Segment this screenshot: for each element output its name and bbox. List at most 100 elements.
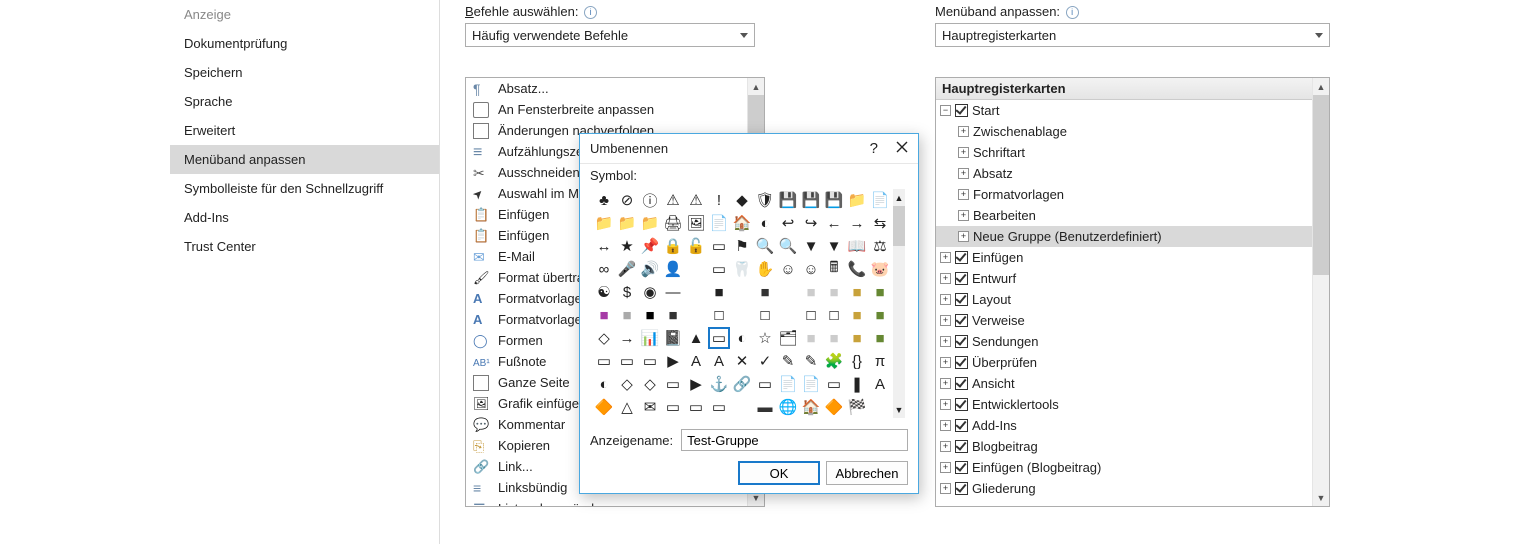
symbol-cell[interactable]: ▭ xyxy=(708,396,730,418)
symbol-cell[interactable]: 🗂 xyxy=(777,327,799,349)
checkbox[interactable] xyxy=(955,356,968,369)
symbol-cell[interactable]: → xyxy=(846,212,868,234)
ribbon-dropdown[interactable]: Hauptregisterkarten xyxy=(935,23,1330,47)
symbol-cell[interactable]: {} xyxy=(846,350,868,372)
checkbox[interactable] xyxy=(955,293,968,306)
symbol-cell[interactable]: → xyxy=(616,327,638,349)
expand-icon[interactable]: + xyxy=(940,441,951,452)
symbol-cell[interactable]: ⚖ xyxy=(869,235,891,257)
symbol-cell[interactable]: □ xyxy=(708,304,730,326)
symbol-cell[interactable]: ▭ xyxy=(639,350,661,372)
scroll-down-icon[interactable]: ▼ xyxy=(893,401,905,418)
symbol-cell[interactable]: 📌 xyxy=(639,235,661,257)
symbol-cell[interactable]: ◐ xyxy=(754,212,776,234)
tree-tab[interactable]: +Gliederung xyxy=(936,478,1312,499)
symbol-cell[interactable]: ■ xyxy=(800,327,822,349)
symbol-cell[interactable]: ▭ xyxy=(593,350,615,372)
symbol-cell[interactable]: ◐ xyxy=(731,327,753,349)
symbol-cell[interactable]: 📄 xyxy=(777,373,799,395)
symbol-cell[interactable]: ▭ xyxy=(708,258,730,280)
expand-icon[interactable]: + xyxy=(940,294,951,305)
tree-tab[interactable]: +Entwicklertools xyxy=(936,394,1312,415)
symbol-cell[interactable]: ◉ xyxy=(639,281,661,303)
tree-group[interactable]: +Schriftart xyxy=(936,142,1312,163)
sidebar-item-trustcenter[interactable]: Trust Center xyxy=(170,232,439,261)
symbol-cell[interactable] xyxy=(869,396,891,418)
tree-group[interactable]: +Formatvorlagen xyxy=(936,184,1312,205)
tree-group[interactable]: +Absatz xyxy=(936,163,1312,184)
symbol-cell[interactable]: ✓ xyxy=(754,350,776,372)
commands-dropdown[interactable]: Häufig verwendete Befehle xyxy=(465,23,755,47)
symbol-cell[interactable]: ✎ xyxy=(800,350,822,372)
checkbox[interactable] xyxy=(955,440,968,453)
symbol-cell[interactable]: 🔶 xyxy=(593,396,615,418)
symbol-cell[interactable]: ⚠ xyxy=(685,189,707,211)
tree-tab[interactable]: +Blogbeitrag xyxy=(936,436,1312,457)
symbol-cell[interactable]: 🖩 xyxy=(823,258,845,280)
command-row[interactable]: An Fensterbreite anpassen xyxy=(466,99,747,120)
symbol-cell[interactable]: 💾 xyxy=(823,189,845,211)
symbol-cell[interactable]: ◇ xyxy=(593,327,615,349)
symbol-cell[interactable]: ▭ xyxy=(662,396,684,418)
expand-icon[interactable]: + xyxy=(940,252,951,263)
symbol-cell[interactable]: ▭ xyxy=(616,350,638,372)
checkbox[interactable] xyxy=(955,398,968,411)
symbol-cell[interactable]: — xyxy=(662,281,684,303)
symbol-cell[interactable]: ■ xyxy=(869,281,891,303)
symbol-cell[interactable]: ■ xyxy=(754,281,776,303)
symbol-cell[interactable]: ◇ xyxy=(639,373,661,395)
close-icon[interactable] xyxy=(896,140,908,157)
symbol-cell[interactable]: ◐ xyxy=(593,373,615,395)
display-name-input[interactable] xyxy=(681,429,908,451)
scroll-down-icon[interactable]: ▼ xyxy=(1313,489,1329,506)
symbol-cell[interactable]: ■ xyxy=(777,304,799,326)
symbol-cell[interactable]: ■ xyxy=(662,304,684,326)
symbol-cell[interactable]: ★ xyxy=(616,235,638,257)
symbol-cell[interactable]: 🎤 xyxy=(616,258,638,280)
symbol-cell[interactable]: 📄 xyxy=(869,189,891,211)
symbol-cell[interactable]: 📓 xyxy=(662,327,684,349)
checkbox[interactable] xyxy=(955,251,968,264)
symbol-cell[interactable]: △ xyxy=(616,396,638,418)
symbol-cell[interactable]: □ xyxy=(800,304,822,326)
scroll-up-icon[interactable]: ▲ xyxy=(748,78,764,95)
expand-icon[interactable]: + xyxy=(940,336,951,347)
scrollbar[interactable]: ▲ ▼ xyxy=(1312,78,1329,506)
symbol-cell[interactable]: π xyxy=(869,350,891,372)
expand-icon[interactable]: + xyxy=(940,357,951,368)
symbol-cell[interactable]: 🔓 xyxy=(685,235,707,257)
symbol-cell[interactable]: ▭ xyxy=(823,373,845,395)
help-icon[interactable]: ? xyxy=(870,140,878,157)
symbol-cell[interactable]: ■ xyxy=(823,327,845,349)
symbol-cell[interactable]: ▭ xyxy=(708,327,730,349)
checkbox[interactable] xyxy=(955,335,968,348)
expand-icon[interactable]: + xyxy=(940,483,951,494)
symbol-cell[interactable]: ■ xyxy=(685,304,707,326)
tree-tab[interactable]: +Add-Ins xyxy=(936,415,1312,436)
checkbox[interactable] xyxy=(955,482,968,495)
symbol-cell[interactable]: ✉ xyxy=(639,396,661,418)
symbol-cell[interactable]: ⚓ xyxy=(708,373,730,395)
scroll-thumb[interactable] xyxy=(1313,95,1329,275)
tree-custom-group[interactable]: + Neue Gruppe (Benutzerdefiniert) xyxy=(936,226,1312,247)
checkbox[interactable] xyxy=(955,377,968,390)
symbol-cell[interactable]: ✋ xyxy=(754,258,776,280)
symbol-cell[interactable]: □ xyxy=(823,304,845,326)
tree-tab[interactable]: +Ansicht xyxy=(936,373,1312,394)
symbol-cell[interactable]: ▬ xyxy=(731,396,753,418)
symbol-cell[interactable]: 🌐 xyxy=(777,396,799,418)
tree-tab[interactable]: +Layout xyxy=(936,289,1312,310)
expand-icon[interactable]: + xyxy=(958,126,969,137)
symbol-cell[interactable]: A xyxy=(869,373,891,395)
symbol-cell[interactable]: ◇ xyxy=(616,373,638,395)
symbol-cell[interactable]: A xyxy=(708,350,730,372)
symbol-cell[interactable]: 🏠 xyxy=(800,396,822,418)
checkbox[interactable] xyxy=(955,419,968,432)
tree-tab[interactable]: +Einfügen xyxy=(936,247,1312,268)
symbol-cell[interactable]: ▭ xyxy=(662,373,684,395)
symbol-cell[interactable]: ■ xyxy=(869,304,891,326)
symbol-cell[interactable]: $ xyxy=(616,281,638,303)
scroll-up-icon[interactable]: ▲ xyxy=(1313,78,1329,95)
symbol-cell[interactable]: ☆ xyxy=(754,327,776,349)
symbol-cell[interactable]: ◆ xyxy=(731,189,753,211)
